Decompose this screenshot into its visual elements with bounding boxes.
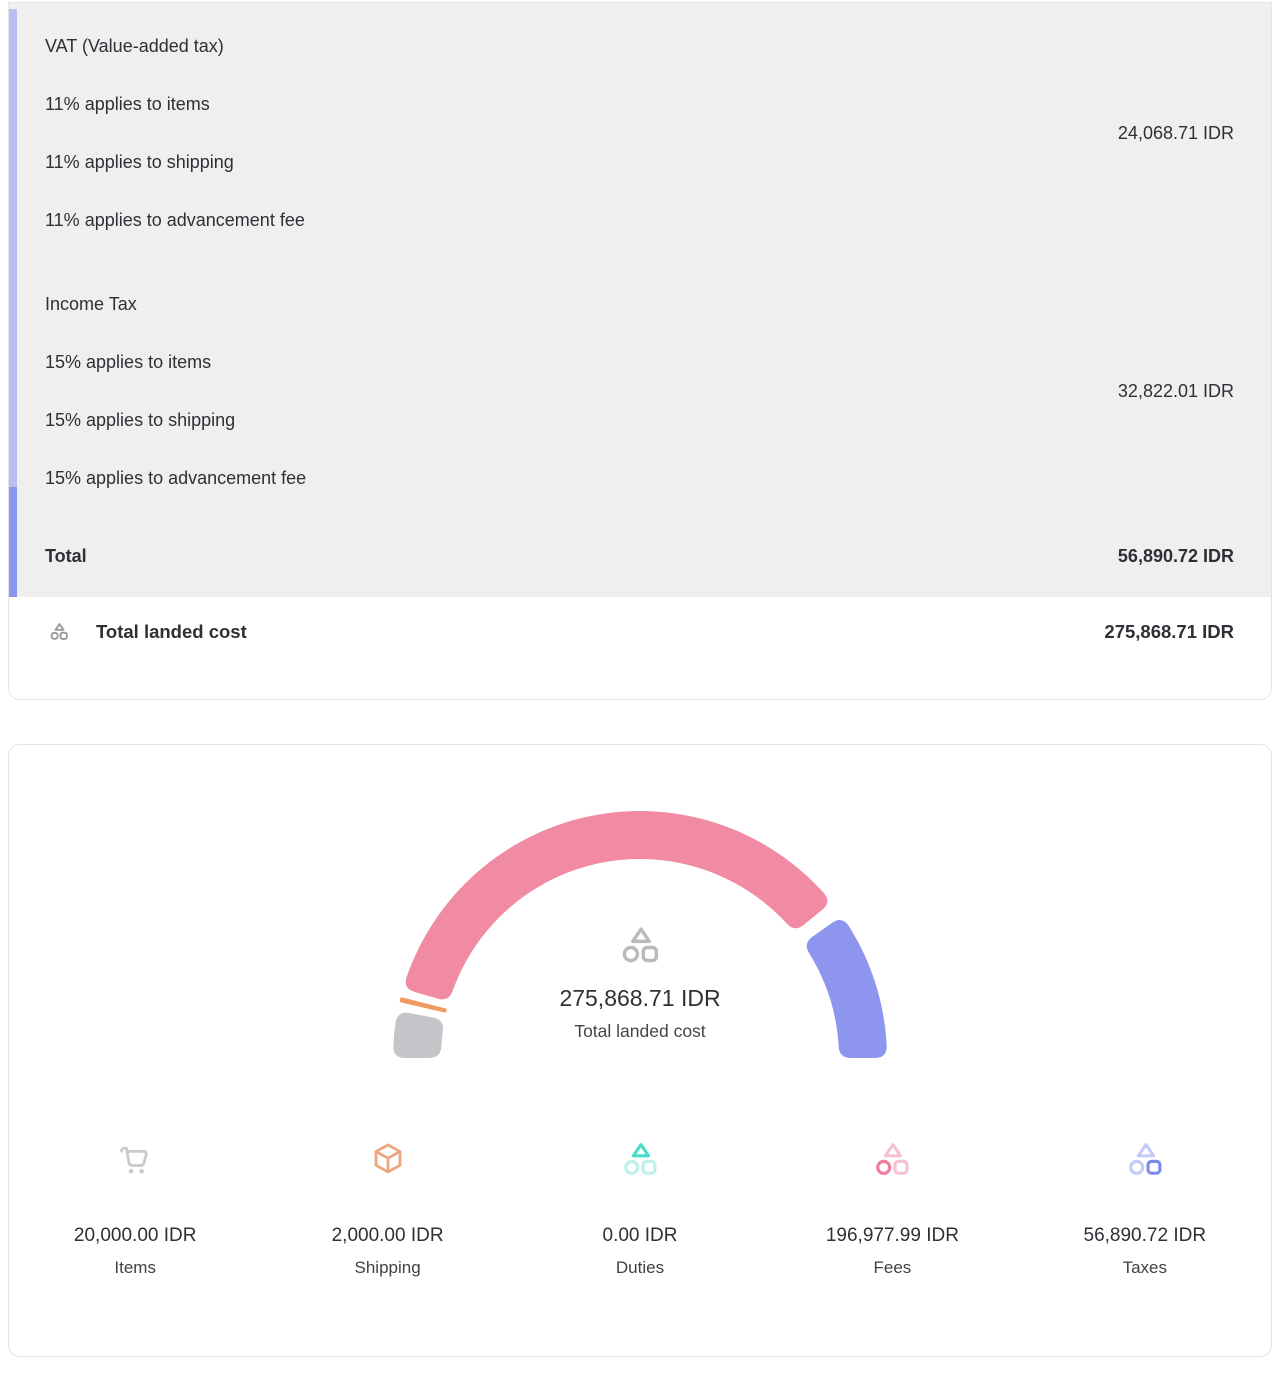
total-landed-cost-value: 275,868.71 IDR [1104, 621, 1234, 643]
legend-value: 0.00 IDR [603, 1225, 678, 1247]
shapes-icon [1124, 1139, 1166, 1181]
tax-group: VAT (Value-added tax)11% applies to item… [45, 17, 1234, 249]
gauge-segment-fees [406, 811, 828, 999]
tax-rule-row: 11% applies to shipping [45, 133, 1118, 191]
shapes-icon [871, 1139, 913, 1181]
legend-item-fees: 196,977.99 IDR Fees [766, 1139, 1018, 1278]
tax-rule-row: 11% applies to items [45, 75, 1118, 133]
left-scrollbar-track[interactable] [9, 9, 17, 597]
gauge-chart: 275,868.71 IDR Total landed cost [9, 745, 1271, 1117]
cart-icon [114, 1139, 156, 1181]
tax-breakdown-panel: VAT (Value-added tax)11% applies to item… [9, 3, 1271, 597]
chart-legend: 20,000.00 IDRItems 2,000.00 IDRShipping … [9, 1139, 1271, 1278]
gauge-arcs [9, 745, 1271, 1117]
tax-group-header: VAT (Value-added tax) [45, 17, 1118, 75]
taxes-total-value: 56,890.72 IDR [1118, 546, 1234, 567]
legend-item-shipping: 2,000.00 IDR Shipping [261, 1139, 513, 1278]
shapes-icon [619, 1139, 661, 1181]
legend-label: Items [114, 1258, 156, 1278]
tax-rule-row: 15% applies to shipping [45, 391, 1118, 449]
gauge-segment-shipping [400, 997, 447, 1012]
legend-label: Duties [616, 1258, 664, 1278]
tax-group: Income Tax15% applies to items15% applie… [45, 275, 1234, 507]
legend-value: 2,000.00 IDR [332, 1225, 444, 1247]
shapes-icon [48, 621, 70, 643]
tax-rule-row: 15% applies to advancement fee [45, 449, 1118, 507]
taxes-total-row: Total 56,890.72 IDR [45, 527, 1234, 585]
legend-label: Fees [873, 1258, 911, 1278]
legend-item-taxes: 56,890.72 IDR Taxes [1019, 1139, 1271, 1278]
legend-value: 196,977.99 IDR [826, 1225, 959, 1247]
tax-group-value: 32,822.01 IDR [1118, 381, 1234, 402]
tax-group-header: Income Tax [45, 275, 1118, 333]
package-icon [367, 1139, 409, 1181]
tax-rule-row: 15% applies to items [45, 333, 1118, 391]
legend-label: Taxes [1123, 1258, 1167, 1278]
total-landed-cost-row: Total landed cost 275,868.71 IDR [9, 597, 1271, 699]
legend-value: 56,890.72 IDR [1084, 1225, 1207, 1247]
legend-value: 20,000.00 IDR [74, 1225, 197, 1247]
total-landed-cost-label: Total landed cost [96, 621, 247, 643]
cost-breakdown-card: VAT (Value-added tax)11% applies to item… [8, 2, 1272, 700]
tax-groups: VAT (Value-added tax)11% applies to item… [45, 17, 1234, 507]
landed-cost-chart-card: 275,868.71 IDR Total landed cost 20,000.… [8, 744, 1272, 1357]
legend-item-duties: 0.00 IDR Duties [514, 1139, 766, 1278]
left-scrollbar-thumb[interactable] [9, 487, 17, 597]
tax-group-value: 24,068.71 IDR [1118, 123, 1234, 144]
taxes-total-label: Total [45, 546, 87, 567]
gauge-segment-items [393, 1013, 443, 1058]
legend-label: Shipping [355, 1258, 421, 1278]
tax-rule-row: 11% applies to advancement fee [45, 191, 1118, 249]
gauge-segment-taxes [807, 920, 887, 1058]
legend-item-items: 20,000.00 IDR Items [9, 1139, 261, 1278]
